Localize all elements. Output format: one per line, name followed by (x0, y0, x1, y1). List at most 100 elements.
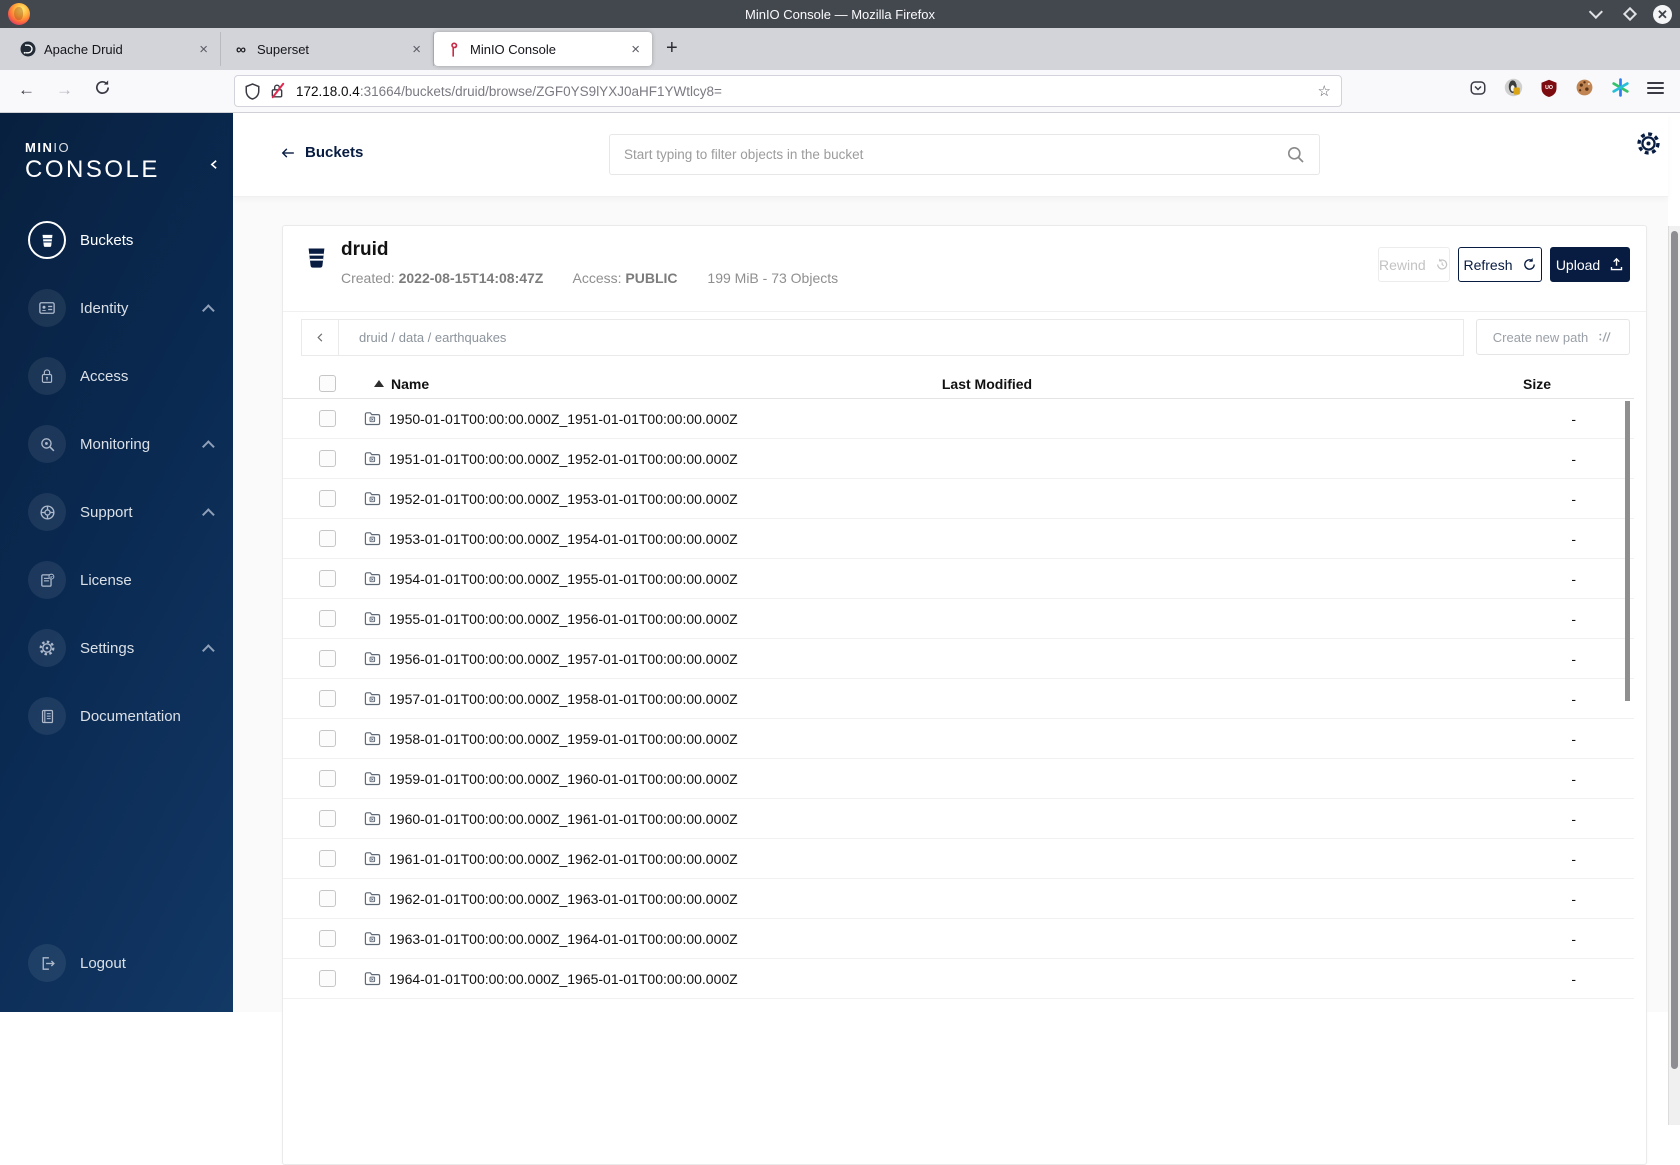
select-all-checkbox[interactable] (319, 375, 336, 392)
insecure-lock-icon[interactable] (270, 83, 286, 99)
table-row[interactable]: 1952-01-01T00:00:00.000Z_1953-01-01T00:0… (283, 479, 1634, 519)
new-tab-button[interactable]: + (666, 37, 678, 60)
object-name[interactable]: 1960-01-01T00:00:00.000Z_1961-01-01T00:0… (389, 811, 738, 827)
object-name[interactable]: 1954-01-01T00:00:00.000Z_1955-01-01T00:0… (389, 571, 738, 587)
tab-close-icon[interactable]: × (629, 41, 642, 58)
cookie-extension-icon[interactable] (1575, 78, 1594, 97)
back-to-buckets-link[interactable]: Buckets (280, 144, 363, 161)
sidebar-item-logout[interactable]: Logout (0, 944, 233, 982)
row-checkbox[interactable] (319, 930, 336, 947)
column-header-last-modified[interactable]: Last Modified (837, 376, 1137, 392)
window-close-button[interactable]: ✕ (1653, 4, 1672, 24)
column-header-size[interactable]: Size (1137, 376, 1634, 392)
table-row[interactable]: 1959-01-01T00:00:00.000Z_1960-01-01T00:0… (283, 759, 1634, 799)
table-row[interactable]: 1963-01-01T00:00:00.000Z_1964-01-01T00:0… (283, 919, 1634, 959)
sidebar-item-monitoring[interactable]: Monitoring (0, 425, 233, 463)
row-checkbox[interactable] (319, 770, 336, 787)
row-checkbox[interactable] (319, 890, 336, 907)
extension-privacy-badger-icon[interactable] (1504, 78, 1523, 97)
object-name[interactable]: 1961-01-01T00:00:00.000Z_1962-01-01T00:0… (389, 851, 738, 867)
row-checkbox[interactable] (319, 410, 336, 427)
table-scrollbar-thumb[interactable] (1625, 401, 1630, 701)
url-bar[interactable]: 172.18.0.4:31664/buckets/druid/browse/ZG… (234, 75, 1342, 107)
table-row[interactable]: 1960-01-01T00:00:00.000Z_1961-01-01T00:0… (283, 799, 1634, 839)
object-name[interactable]: 1958-01-01T00:00:00.000Z_1959-01-01T00:0… (389, 731, 738, 747)
rewind-button[interactable]: Rewind (1378, 247, 1450, 282)
object-name[interactable]: 1956-01-01T00:00:00.000Z_1957-01-01T00:0… (389, 651, 738, 667)
table-row[interactable]: 1950-01-01T00:00:00.000Z_1951-01-01T00:0… (283, 399, 1634, 439)
object-name[interactable]: 1950-01-01T00:00:00.000Z_1951-01-01T00:0… (389, 411, 738, 427)
row-checkbox[interactable] (319, 650, 336, 667)
window-minimize-button[interactable] (1588, 4, 1607, 23)
window-maximize-button[interactable] (1621, 5, 1639, 23)
url-text[interactable]: 172.18.0.4:31664/buckets/druid/browse/ZG… (296, 84, 1318, 99)
row-checkbox[interactable] (319, 810, 336, 827)
table-row[interactable]: 1954-01-01T00:00:00.000Z_1955-01-01T00:0… (283, 559, 1634, 599)
table-row[interactable]: 1957-01-01T00:00:00.000Z_1958-01-01T00:0… (283, 679, 1634, 719)
object-name[interactable]: 1957-01-01T00:00:00.000Z_1958-01-01T00:0… (389, 691, 738, 707)
table-row[interactable]: 1956-01-01T00:00:00.000Z_1957-01-01T00:0… (283, 639, 1634, 679)
row-checkbox[interactable] (319, 490, 336, 507)
tab-minio-console[interactable]: MinIO Console × (434, 32, 652, 66)
breadcrumb[interactable]: druid / data / earthquakes (339, 330, 506, 345)
sidebar-item-buckets[interactable]: Buckets (0, 221, 233, 259)
column-header-name[interactable]: Name (391, 376, 429, 392)
table-row[interactable]: 1951-01-01T00:00:00.000Z_1952-01-01T00:0… (283, 439, 1634, 479)
sidebar-item-identity[interactable]: Identity (0, 289, 233, 327)
table-row[interactable]: 1961-01-01T00:00:00.000Z_1962-01-01T00:0… (283, 839, 1634, 879)
reload-button[interactable] (94, 79, 111, 96)
tab-close-icon[interactable]: × (197, 41, 210, 58)
sort-ascending-icon[interactable] (374, 380, 384, 387)
sidebar-item-license[interactable]: License (0, 561, 233, 599)
tab-superset[interactable]: ∞ Superset × (221, 32, 434, 66)
row-checkbox[interactable] (319, 530, 336, 547)
tab-close-icon[interactable]: × (410, 41, 423, 58)
ublock-origin-icon[interactable]: UO (1540, 79, 1558, 97)
pocket-icon[interactable] (1469, 79, 1487, 97)
sidebar-collapse-icon[interactable] (208, 157, 221, 172)
row-checkbox[interactable] (319, 690, 336, 707)
bookmark-star-icon[interactable]: ☆ (1318, 82, 1331, 100)
refresh-button[interactable]: Refresh (1458, 247, 1542, 282)
object-filter-search[interactable] (609, 134, 1320, 175)
sidebar-item-settings[interactable]: Settings (0, 629, 233, 667)
row-checkbox[interactable] (319, 610, 336, 627)
search-input[interactable] (624, 147, 1286, 162)
table-row[interactable]: 1962-01-01T00:00:00.000Z_1963-01-01T00:0… (283, 879, 1634, 919)
sidebar-item-access[interactable]: Access (0, 357, 233, 395)
chevron-up-icon[interactable] (202, 643, 215, 657)
table-row[interactable]: 1958-01-01T00:00:00.000Z_1959-01-01T00:0… (283, 719, 1634, 759)
table-row[interactable]: 1964-01-01T00:00:00.000Z_1965-01-01T00:0… (283, 959, 1634, 999)
page-scrollbar-thumb[interactable] (1671, 231, 1678, 1069)
row-checkbox[interactable] (319, 970, 336, 987)
object-name[interactable]: 1951-01-01T00:00:00.000Z_1952-01-01T00:0… (389, 451, 738, 467)
chevron-up-icon[interactable] (202, 439, 215, 453)
object-name[interactable]: 1963-01-01T00:00:00.000Z_1964-01-01T00:0… (389, 931, 738, 947)
table-row[interactable]: 1953-01-01T00:00:00.000Z_1954-01-01T00:0… (283, 519, 1634, 559)
object-name[interactable]: 1955-01-01T00:00:00.000Z_1956-01-01T00:0… (389, 611, 738, 627)
path-back-chevron-icon[interactable] (302, 320, 339, 355)
upload-button[interactable]: Upload (1550, 247, 1630, 282)
sidebar-item-documentation[interactable]: Documentation (0, 697, 233, 735)
object-name[interactable]: 1964-01-01T00:00:00.000Z_1965-01-01T00:0… (389, 971, 738, 987)
menu-hamburger-icon[interactable] (1647, 79, 1664, 97)
console-settings-gear-icon[interactable] (1635, 130, 1662, 157)
chevron-up-icon[interactable] (202, 507, 215, 521)
row-checkbox[interactable] (319, 850, 336, 867)
row-checkbox[interactable] (319, 730, 336, 747)
object-name[interactable]: 1953-01-01T00:00:00.000Z_1954-01-01T00:0… (389, 531, 738, 547)
forward-button[interactable]: → (56, 80, 73, 100)
page-scrollbar[interactable] (1668, 226, 1680, 1125)
sidebar-item-support[interactable]: Support (0, 493, 233, 531)
theme-asterisk-icon[interactable] (1611, 78, 1630, 97)
object-name[interactable]: 1952-01-01T00:00:00.000Z_1953-01-01T00:0… (389, 491, 738, 507)
object-name[interactable]: 1962-01-01T00:00:00.000Z_1963-01-01T00:0… (389, 891, 738, 907)
object-name[interactable]: 1959-01-01T00:00:00.000Z_1960-01-01T00:0… (389, 771, 738, 787)
back-button[interactable]: ← (18, 80, 35, 100)
table-row[interactable]: 1955-01-01T00:00:00.000Z_1956-01-01T00:0… (283, 599, 1634, 639)
tracking-shield-icon[interactable] (245, 82, 260, 100)
create-new-path-button[interactable]: Create new path (1476, 319, 1630, 355)
chevron-up-icon[interactable] (202, 303, 215, 317)
row-checkbox[interactable] (319, 570, 336, 587)
tab-apache-druid[interactable]: Apache Druid × (8, 32, 221, 66)
